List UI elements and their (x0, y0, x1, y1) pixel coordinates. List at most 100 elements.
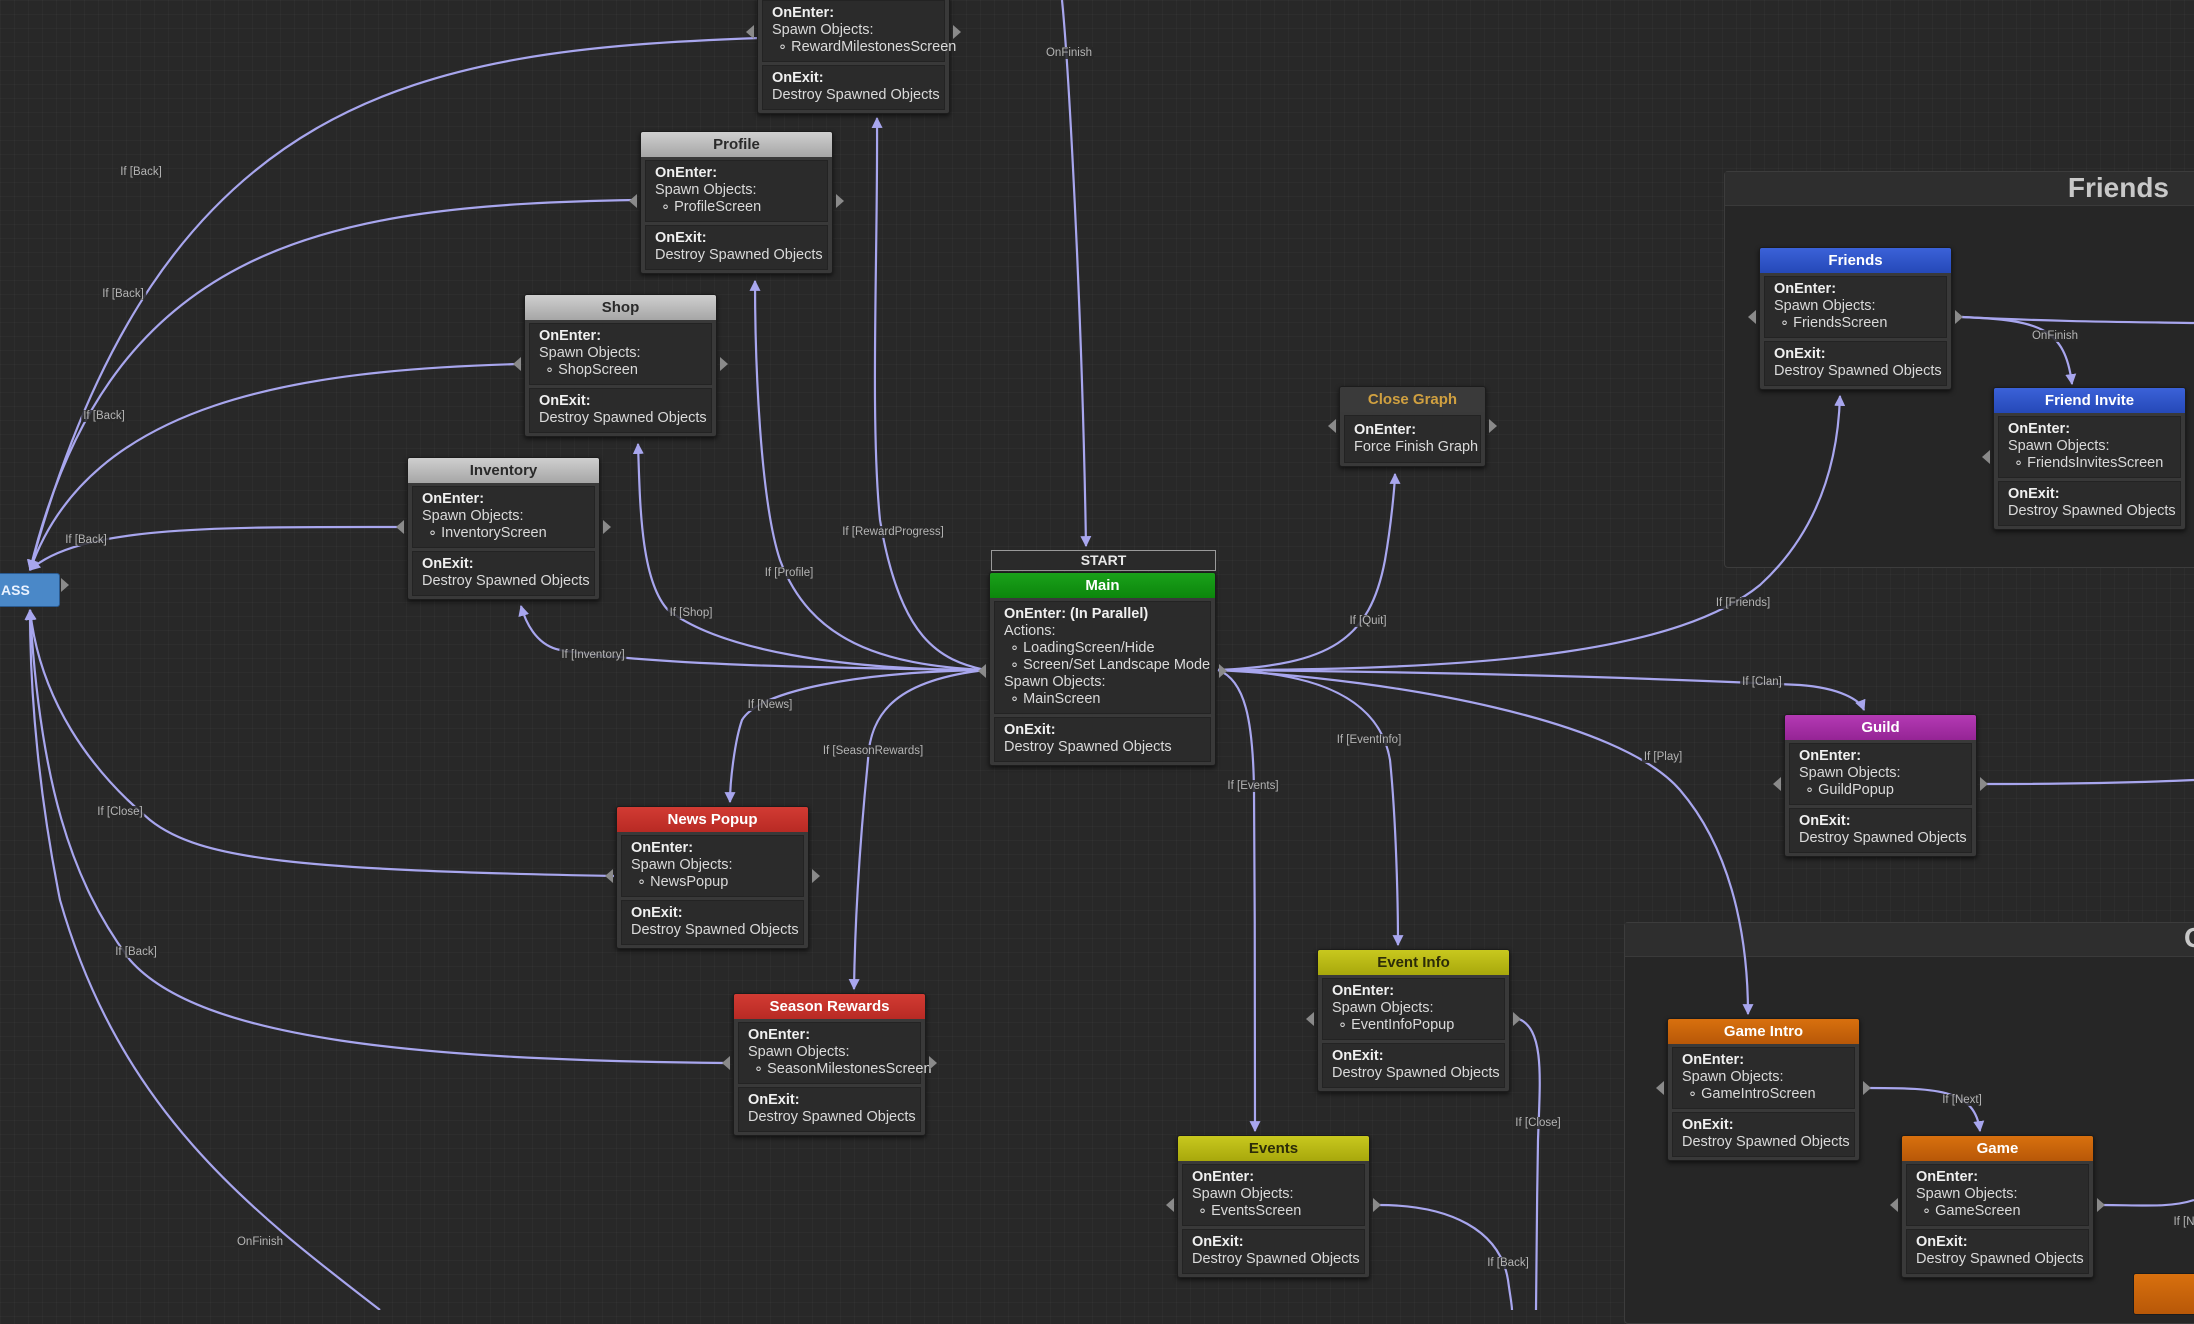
input-port[interactable] (1306, 1012, 1314, 1026)
output-port[interactable] (812, 869, 820, 883)
output-port[interactable] (603, 520, 611, 534)
node-title: Season Rewards (734, 994, 925, 1019)
edge-label: If [Friends] (1713, 597, 1773, 609)
transition-edge[interactable] (1217, 472, 1401, 672)
edge-label: If [Back] (100, 288, 146, 300)
input-port[interactable] (629, 194, 637, 208)
output-port[interactable] (1513, 1012, 1521, 1026)
node-title: Shop (525, 295, 716, 320)
section-line: Spawn Objects: (1332, 1000, 1434, 1016)
edge-label: OnFinish (234, 1236, 286, 1248)
transition-edge[interactable] (1961, 315, 2077, 386)
node-event-info[interactable]: Event Info OnEnter: Spawn Objects: ∘ Eve… (1306, 949, 1521, 1092)
transition-edge[interactable] (632, 442, 986, 672)
onenter-label: OnEnter: (1192, 1169, 1255, 1185)
node-inventory[interactable]: Inventory OnEnter: Spawn Objects: ∘ Inve… (396, 457, 611, 600)
input-port[interactable] (396, 520, 404, 534)
node-title: Event Info (1318, 950, 1509, 975)
input-port[interactable] (605, 869, 613, 883)
node-game[interactable]: Game OnEnter: Spawn Objects: ∘ GameScree… (1890, 1135, 2105, 1278)
node-main[interactable]: Main OnEnter: (In Parallel) Actions: ∘ L… (978, 572, 1227, 766)
input-port[interactable] (1773, 777, 1781, 791)
onexit-section: OnExit: Destroy Spawned Objects (762, 65, 945, 110)
pass-node[interactable]: ASS (0, 573, 60, 607)
node-shop[interactable]: Shop OnEnter: Spawn Objects: ∘ ShopScree… (513, 294, 728, 437)
input-port[interactable] (978, 664, 986, 678)
onenter-section: OnEnter: Spawn Objects: ∘ RewardMileston… (762, 0, 957, 62)
output-port[interactable] (1980, 777, 1988, 791)
node-title: Close Graph (1340, 387, 1485, 412)
section-line: Destroy Spawned Objects (1799, 830, 1967, 846)
node-season-rewards[interactable]: Season Rewards OnEnter: Spawn Objects: ∘… (722, 993, 937, 1136)
transition-edge[interactable] (1060, 0, 1092, 548)
onexit-section: OnExit: Destroy Spawned Objects (1672, 1112, 1855, 1157)
section-line: Destroy Spawned Objects (1774, 363, 1942, 379)
transition-edge[interactable] (871, 116, 986, 672)
onenter-label: OnEnter: (539, 328, 602, 344)
node-profile[interactable]: Profile OnEnter: Spawn Objects: ∘ Profil… (629, 131, 844, 274)
input-port[interactable] (1656, 1081, 1664, 1095)
pass-node-label: ASS (1, 582, 30, 598)
onexit-label: OnExit: (1682, 1117, 1734, 1133)
output-port[interactable] (61, 578, 69, 592)
section-line: ∘ MainScreen (1010, 691, 1101, 707)
onenter-label: OnEnter: (1682, 1052, 1745, 1068)
transition-edge[interactable] (1217, 668, 1404, 947)
node-close-graph[interactable]: Close Graph OnEnter: Force Finish Graph (1328, 386, 1497, 467)
section-line: Spawn Objects: (772, 22, 874, 38)
node-reward-milestones[interactable]: OnEnter: Spawn Objects: ∘ RewardMileston… (746, 0, 961, 114)
onexit-label: OnExit: (655, 230, 707, 246)
input-port[interactable] (513, 357, 521, 371)
onenter-section: OnEnter: Spawn Objects: ∘ InventoryScree… (412, 486, 595, 548)
node-partial[interactable] (2133, 1273, 2194, 1315)
output-port[interactable] (1863, 1081, 1871, 1095)
transition-edge[interactable] (1217, 668, 1261, 1133)
output-port[interactable] (836, 194, 844, 208)
node-title: Friends (1760, 248, 1951, 273)
onexit-label: OnExit: (748, 1092, 800, 1108)
transition-edge[interactable] (1217, 394, 1846, 672)
edge-label: If [Back] (1485, 1257, 1531, 1269)
transition-edge[interactable] (749, 279, 986, 672)
output-port[interactable] (929, 1056, 937, 1070)
output-port[interactable] (953, 25, 961, 39)
transition-edge[interactable] (848, 668, 986, 991)
output-port[interactable] (1489, 419, 1497, 433)
onenter-section: OnEnter: Spawn Objects: ∘ NewsPopup (621, 835, 804, 897)
section-line: ∘ FriendsScreen (1780, 315, 1888, 331)
node-game-intro[interactable]: Game Intro OnEnter: Spawn Objects: ∘ Gam… (1656, 1018, 1871, 1161)
section-line: ∘ RewardMilestonesScreen (778, 39, 957, 55)
input-port[interactable] (1890, 1198, 1898, 1212)
output-port[interactable] (1373, 1198, 1381, 1212)
output-port[interactable] (1219, 664, 1227, 678)
transition-edge[interactable] (24, 608, 381, 1310)
onenter-label: OnEnter: (422, 491, 485, 507)
node-guild[interactable]: Guild OnEnter: Spawn Objects: ∘ GuildPop… (1773, 714, 1988, 857)
node-title: Events (1178, 1136, 1369, 1161)
section-line: Spawn Objects: (1916, 1186, 2018, 1202)
section-line: ∘ ProfileScreen (661, 199, 762, 215)
section-line: ∘ EventsScreen (1198, 1203, 1302, 1219)
input-port[interactable] (1328, 419, 1336, 433)
transition-edge[interactable] (1985, 778, 2194, 786)
transition-edge[interactable] (724, 668, 986, 804)
input-port[interactable] (1982, 450, 1990, 464)
input-port[interactable] (746, 25, 754, 39)
node-friend-invite[interactable]: Friend Invite OnEnter: Spawn Objects: ∘ … (1982, 387, 2186, 530)
onexit-section: OnExit: Destroy Spawned Objects (1764, 341, 1947, 386)
onenter-section: OnEnter: Spawn Objects: ∘ FriendsScreen (1764, 276, 1947, 338)
node-news-popup[interactable]: News Popup OnEnter: Spawn Objects: ∘ New… (605, 806, 820, 949)
onexit-section: OnExit: Destroy Spawned Objects (1789, 808, 1972, 853)
onexit-section: OnExit: Destroy Spawned Objects (1906, 1229, 2089, 1274)
transition-edge[interactable] (2101, 1198, 2194, 1207)
output-port[interactable] (2097, 1198, 2105, 1212)
edge-label: If [Close] (1513, 1117, 1563, 1129)
node-events[interactable]: Events OnEnter: Spawn Objects: ∘ EventsS… (1166, 1135, 1381, 1278)
node-friends[interactable]: Friends OnEnter: Spawn Objects: ∘ Friend… (1748, 247, 1963, 390)
output-port[interactable] (1955, 310, 1963, 324)
input-port[interactable] (1748, 310, 1756, 324)
input-port[interactable] (1166, 1198, 1174, 1212)
input-port[interactable] (722, 1056, 730, 1070)
transition-edge[interactable] (25, 608, 615, 878)
output-port[interactable] (720, 357, 728, 371)
